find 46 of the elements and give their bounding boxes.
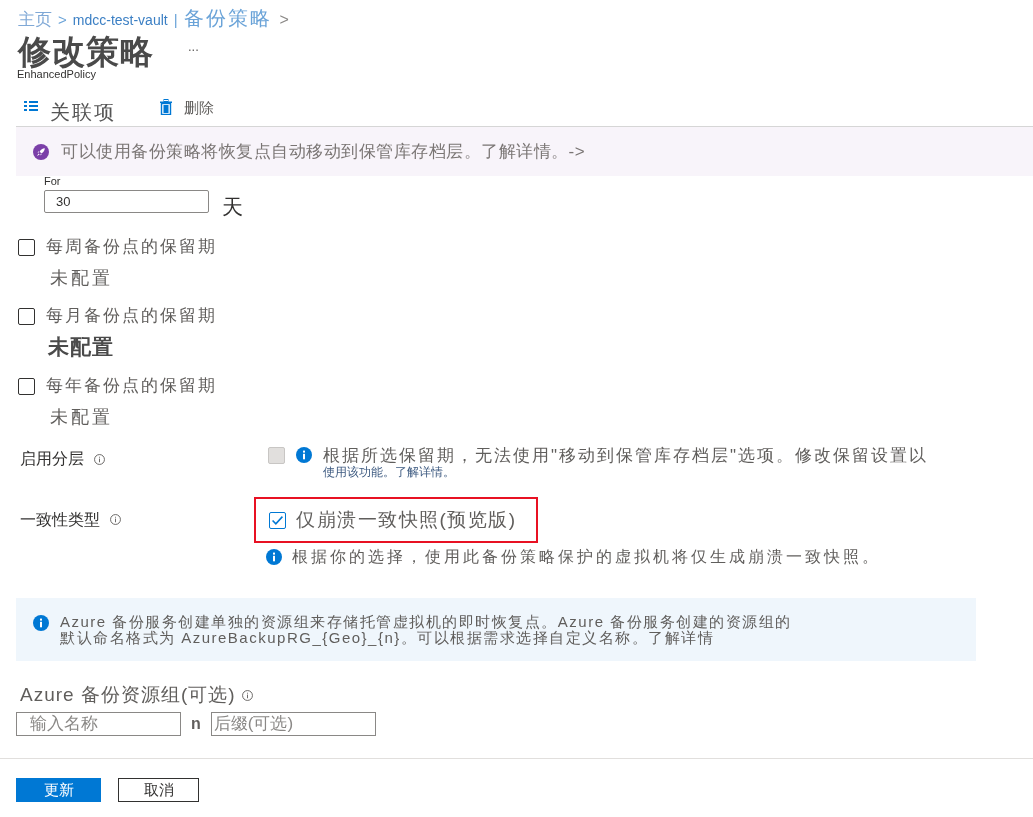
separator-text: n (191, 714, 201, 734)
option-label: 仅崩溃一致快照(预览版) (296, 507, 517, 532)
trash-icon (160, 99, 172, 115)
rocket-icon (33, 143, 49, 160)
days-input[interactable]: 30 (44, 190, 209, 213)
option-label: 每周备份点的保留期 (46, 236, 217, 259)
suffix-input[interactable]: 后缀(可选) (210, 712, 376, 736)
status-text: 未配置 (50, 406, 113, 428)
field-label: For (44, 175, 61, 187)
option-label: 每年备份点的保留期 (46, 375, 217, 398)
list-icon (24, 101, 38, 111)
checkbox[interactable] (18, 307, 35, 325)
breadcrumb-current: 备份策略 (183, 6, 272, 31)
info-icon (33, 615, 49, 631)
info-icon (266, 549, 282, 565)
info-icon (241, 689, 253, 701)
setting-label: 启用分层 (20, 449, 84, 469)
checkbox[interactable] (18, 377, 35, 395)
page-subtitle: EnhancedPolicy (17, 68, 96, 80)
option-label: 每月备份点的保留期 (46, 305, 217, 328)
checkbox[interactable] (269, 511, 286, 529)
info-text: Azure 备份服务创建单独的资源组来存储托管虚拟机的即时恢复点。Azure 备份服务创建的资源组的 默认命名格式为 AzureBackupRG_{Geo}_{n}。可以根据需求选择自定义名称。了解详情 (60, 614, 792, 646)
breadcrumb-separator: > (58, 10, 67, 30)
page-title: 修改策略 (18, 33, 154, 71)
banner-text: 可以使用备份策略将恢复点自动移动到保管库存档层。了解详情。-> (61, 140, 586, 163)
status-text: 未配置 (48, 335, 114, 359)
more-button[interactable]: ... (188, 40, 199, 54)
breadcrumb-separator: | (173, 10, 178, 30)
unit-label: 天 (222, 196, 243, 218)
info-icon (94, 453, 105, 465)
field-label: Azure 备份资源组(可选) (20, 682, 236, 707)
delete-button[interactable]: 删除 (160, 100, 214, 120)
cancel-button[interactable]: 取消 (118, 778, 199, 802)
info-icon (110, 514, 121, 525)
chevron: > (279, 10, 289, 30)
status-text: 未配置 (50, 267, 113, 289)
consistency-note: 根据你的选择，使用此备份策略保护的虚拟机将仅生成崩溃一致快照。 (292, 547, 881, 567)
name-input[interactable]: 输入名称 (16, 712, 181, 736)
setting-label: 一致性类型 (20, 509, 100, 530)
info-icon (296, 447, 312, 463)
checkmark-icon (272, 515, 283, 525)
tiering-note: 根据所选保留期，无法使用"移动到保管库存档层"选项。修改保留设置以 使用该功能。了解详情。 (323, 446, 929, 479)
update-button[interactable]: 更新 (16, 778, 101, 802)
associated-items-button[interactable]: 关联项 (24, 93, 116, 127)
checkbox[interactable] (18, 238, 35, 256)
breadcrumb-link[interactable]: mdcc-test-vault (72, 10, 168, 31)
